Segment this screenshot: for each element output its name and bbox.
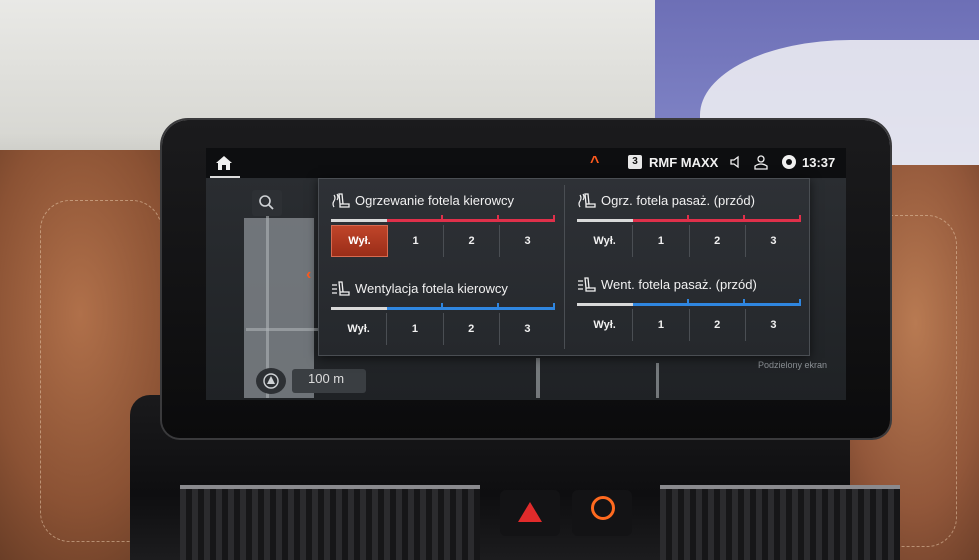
level-3-button[interactable]: 3 (500, 225, 555, 257)
speaker-icon[interactable] (729, 155, 743, 169)
home-icon[interactable] (216, 156, 232, 170)
seat-heating-icon (332, 193, 350, 208)
level-selector: Wył. 1 2 3 (331, 313, 555, 345)
compass-icon (263, 373, 279, 389)
status-bar: ^ 3 RMF MAXX 13:37 (206, 148, 846, 178)
level-off-button[interactable]: Wył. (331, 225, 388, 257)
split-screen-label[interactable]: Podzielony ekran (758, 360, 827, 370)
level-3-button[interactable]: 3 (500, 313, 555, 345)
connected-services-icon[interactable] (781, 154, 797, 170)
chevron-up-icon[interactable]: ^ (590, 154, 599, 172)
map-road (656, 363, 659, 398)
infotainment-screen: ‹ 100 m Podzielony ekran ^ 3 RMF MAXX 13… (206, 148, 846, 400)
radio-station[interactable]: RMF MAXX (649, 155, 718, 170)
hazard-icon (518, 502, 542, 522)
section-title: Ogrzewanie fotela kierowcy (355, 193, 514, 208)
map-scale: 100 m (308, 371, 345, 386)
level-selector: Wył. 1 2 3 (577, 225, 801, 257)
station-preset-badge: 3 (628, 155, 642, 169)
section-title: Wentylacja fotela kierowcy (355, 281, 508, 296)
level-selector: Wył. 1 2 3 (331, 225, 555, 257)
search-icon (259, 195, 274, 210)
section-title: Ogrz. fotela pasaż. (przód) (601, 193, 755, 208)
map-search-button[interactable] (252, 190, 282, 216)
passenger-seat-heating: Ogrz. fotela pasaż. (przód) Wył. 1 2 3 (571, 193, 807, 277)
lock-icon (591, 496, 615, 520)
seat-heating-icon (578, 193, 596, 208)
section-title: Went. fotela pasaż. (przód) (601, 277, 757, 292)
photo-scene: ‹ 100 m Podzielony ekran ^ 3 RMF MAXX 13… (0, 0, 979, 560)
seat-ventilation-icon (578, 277, 596, 292)
level-3-button[interactable]: 3 (746, 225, 801, 257)
map-orientation-button[interactable] (256, 368, 286, 394)
seat-ventilation-icon (332, 281, 350, 296)
level-2-button[interactable]: 2 (690, 309, 746, 341)
level-selector: Wył. 1 2 3 (577, 309, 801, 341)
level-off-button[interactable]: Wył. (331, 313, 388, 345)
user-profile-icon[interactable] (753, 154, 769, 170)
level-1-button[interactable]: 1 (387, 313, 444, 345)
level-3-button[interactable]: 3 (746, 309, 801, 341)
level-off-button[interactable]: Wył. (577, 309, 634, 341)
driver-seat-ventilation: Wentylacja fotela kierowcy Wył. 1 2 3 (325, 281, 561, 365)
level-2-button[interactable]: 2 (444, 225, 500, 257)
popup-divider (564, 185, 565, 349)
map-road (246, 328, 326, 331)
clock: 13:37 (802, 155, 836, 170)
seat-climate-popup: Ogrzewanie fotela kierowcy Wył. 1 2 3 Og… (318, 178, 810, 356)
level-1-button[interactable]: 1 (633, 225, 690, 257)
air-vent-right (660, 485, 900, 560)
passenger-seat-ventilation: Went. fotela pasaż. (przód) Wył. 1 2 3 (571, 277, 807, 361)
driver-seat-heating: Ogrzewanie fotela kierowcy Wył. 1 2 3 (325, 193, 561, 277)
level-2-button[interactable]: 2 (690, 225, 746, 257)
home-indicator (210, 176, 240, 178)
air-vent-left (180, 485, 480, 560)
chevron-left-icon[interactable]: ‹ (306, 266, 311, 284)
level-2-button[interactable]: 2 (444, 313, 500, 345)
level-1-button[interactable]: 1 (388, 225, 444, 257)
level-1-button[interactable]: 1 (633, 309, 690, 341)
level-off-button[interactable]: Wył. (577, 225, 634, 257)
